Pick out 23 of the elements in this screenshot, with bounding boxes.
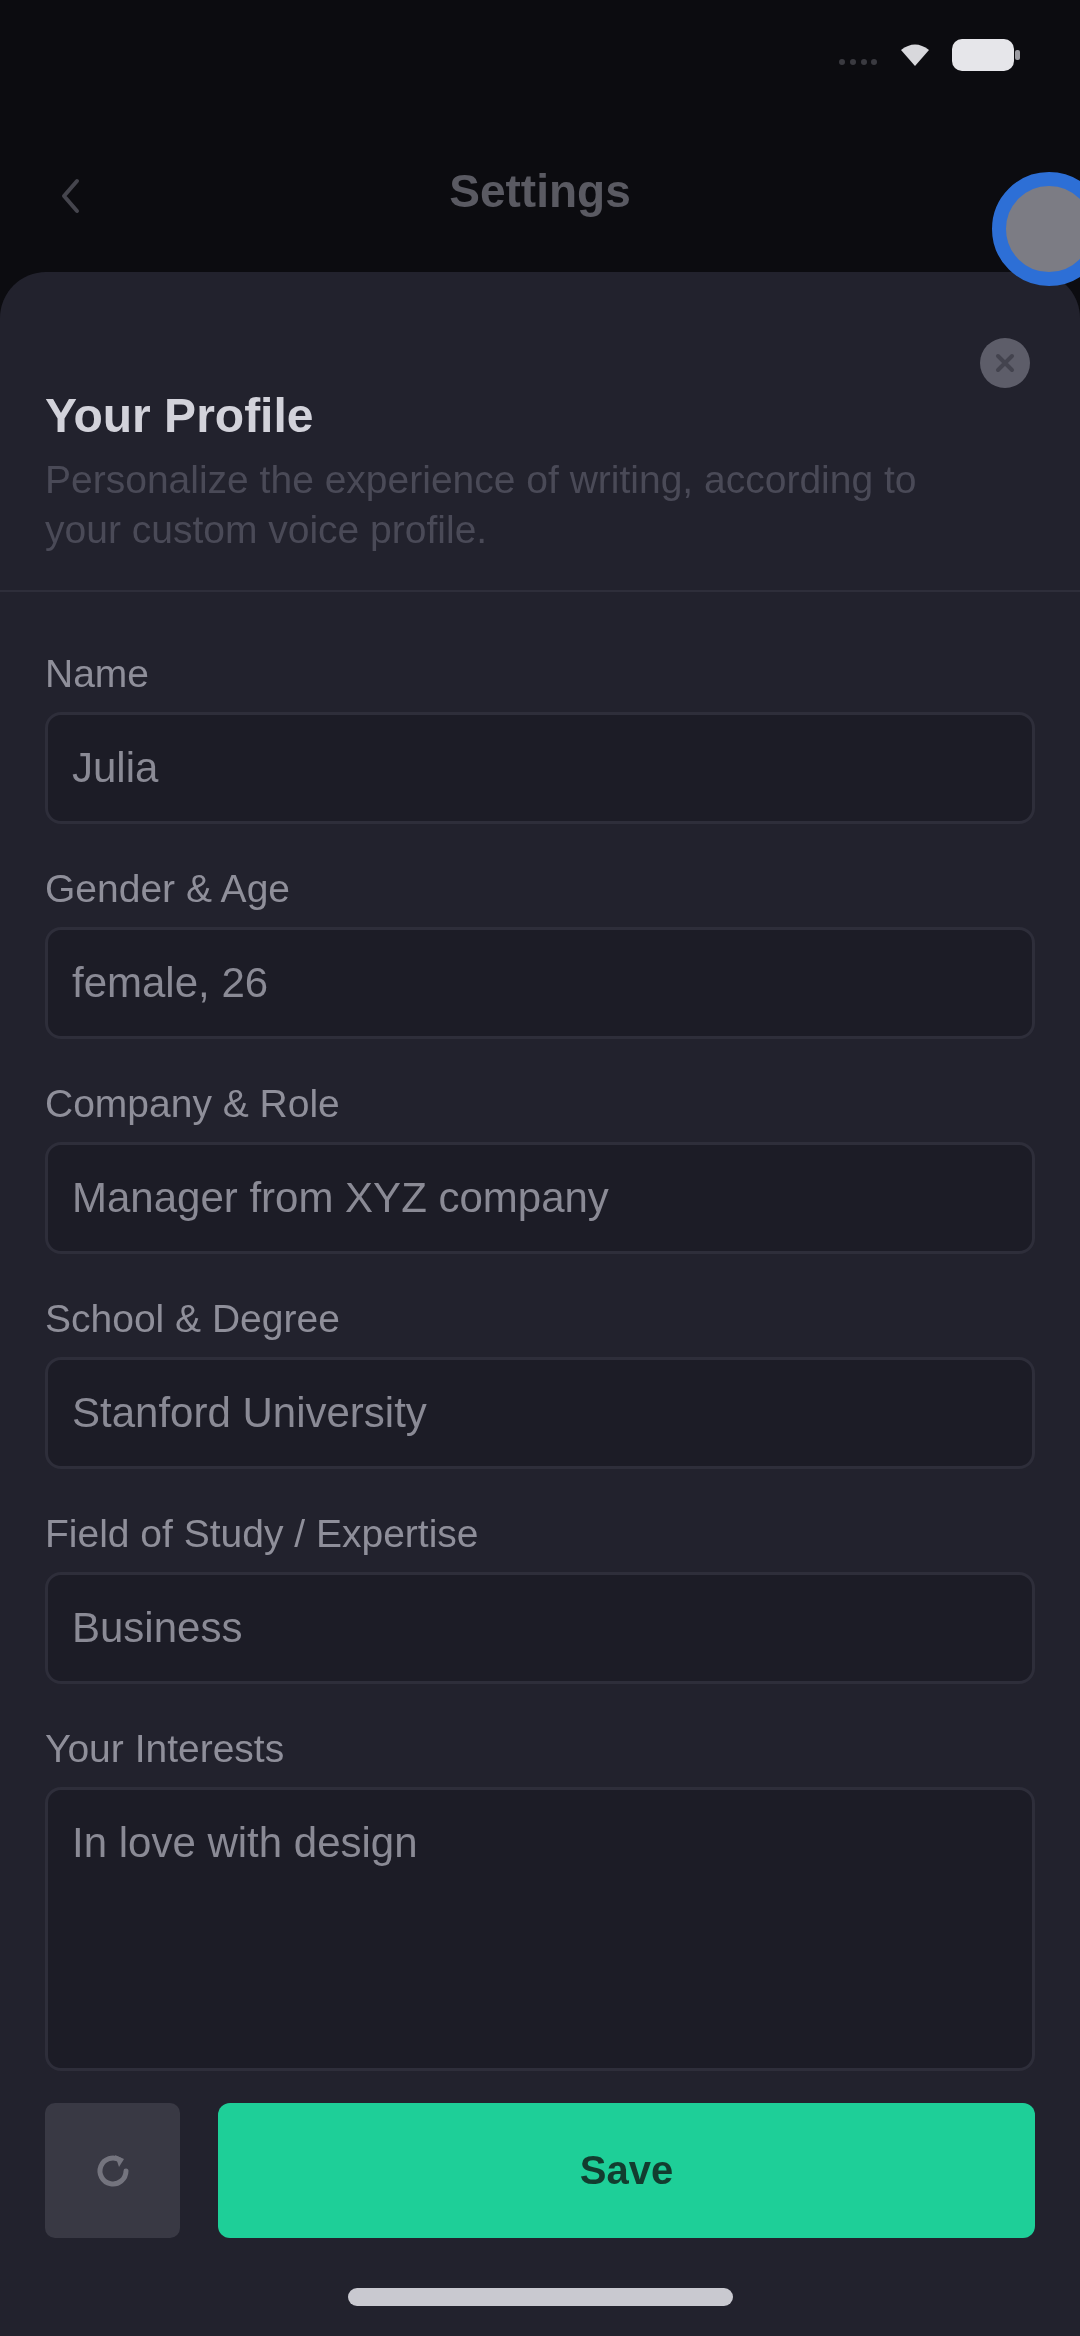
text-field[interactable]: female, 26 [45,927,1035,1039]
text-field[interactable]: Business [45,1572,1035,1684]
back-chevron-icon [60,178,80,214]
text-field[interactable]: Manager from XYZ company [45,1142,1035,1254]
profile-title: Your Profile [45,388,315,444]
refresh-button[interactable] [45,2103,180,2238]
screen-title: Settings [449,164,631,218]
signal-icon [838,58,878,66]
save-button[interactable]: Save [218,2103,1035,2238]
field-label: Your Interests [45,1726,286,1772]
text-field[interactable]: Julia [45,712,1035,824]
field-label: Field of Study / Expertise [45,1511,480,1557]
text-field[interactable]: Stanford University [45,1357,1035,1469]
field-label: Gender & Age [45,866,291,912]
field-label: Company & Role [45,1081,341,1127]
field-label: School & Degree [45,1296,341,1342]
close-icon [980,338,1030,388]
battery-icon [952,39,1020,71]
wifi-icon [900,43,930,67]
floating-bubble-icon[interactable] [992,172,1080,286]
text-area-field[interactable]: In love with design [45,1787,1035,2071]
close-button[interactable] [980,338,1030,388]
field-label: Name [45,651,151,697]
